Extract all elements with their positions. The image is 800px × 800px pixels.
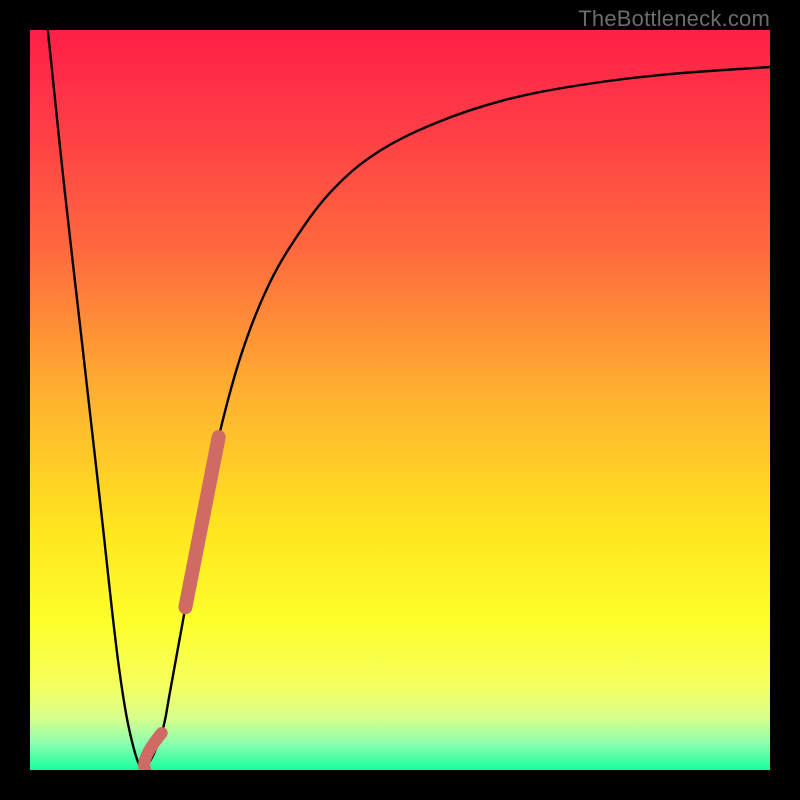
curve-layer <box>30 30 770 770</box>
attribution-label: TheBottleneck.com <box>578 6 770 32</box>
highlight-segment-upper <box>185 437 218 607</box>
bottleneck-curve <box>48 30 770 767</box>
highlight-hook-lower <box>144 733 162 770</box>
chart-frame: TheBottleneck.com <box>0 0 800 800</box>
plot-area <box>30 30 770 770</box>
